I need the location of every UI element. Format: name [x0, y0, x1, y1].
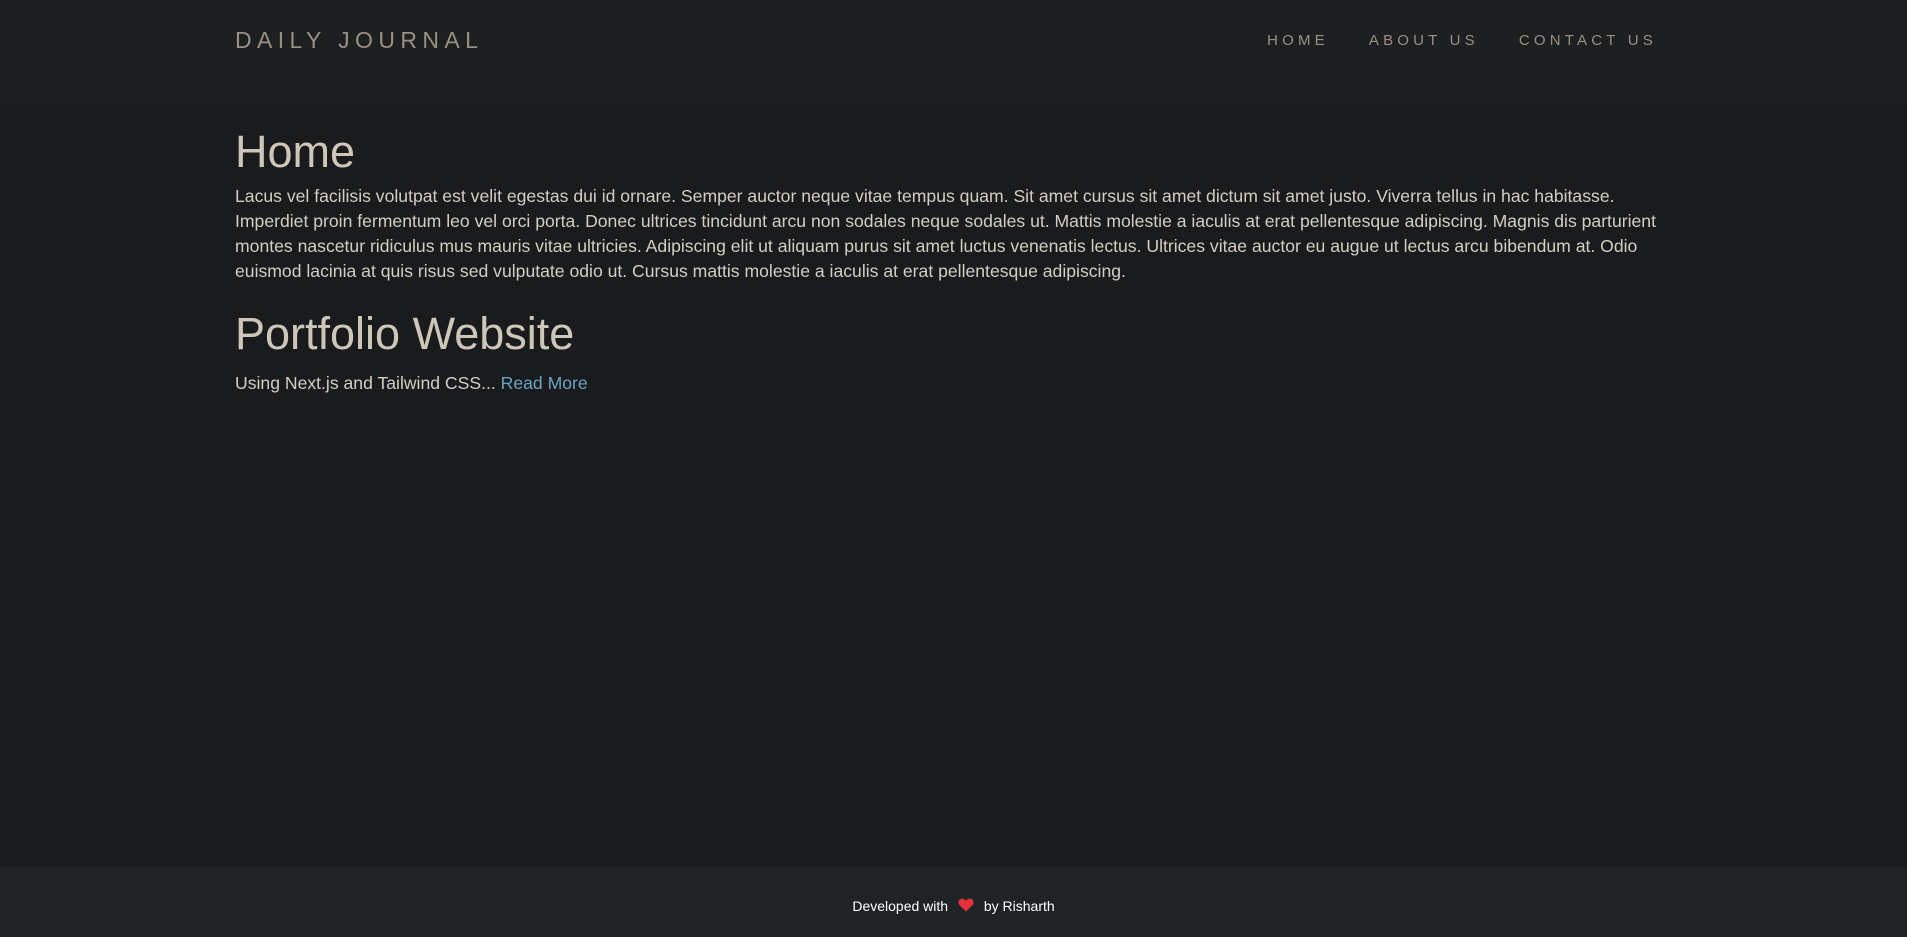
post-excerpt: Using Next.js and Tailwind CSS... Read M…: [235, 371, 1675, 395]
nav-menu: HOME ABOUT US CONTACT US: [1227, 32, 1657, 50]
nav-link-about-us[interactable]: ABOUT US: [1369, 32, 1479, 49]
nav-link-home[interactable]: HOME: [1267, 32, 1329, 49]
footer-suffix-text: by Risharth: [983, 898, 1055, 914]
page-title: Home: [235, 126, 356, 177]
nav-item-about: ABOUT US: [1369, 32, 1479, 50]
navbar: DAILY JOURNAL HOME ABOUT US CONTACT US: [0, 0, 1907, 104]
nav-item-contact: CONTACT US: [1519, 32, 1657, 50]
post-title: Portfolio Website: [235, 308, 575, 359]
footer-prefix-text: Developed with: [852, 898, 949, 914]
nav-item-home: HOME: [1267, 32, 1329, 50]
heart-icon: [958, 898, 974, 915]
post-item: Portfolio Website Using Next.js and Tail…: [235, 308, 1675, 395]
post-excerpt-text: Using Next.js and Tailwind CSS...: [235, 373, 496, 393]
brand-logo-link[interactable]: DAILY JOURNAL: [235, 27, 483, 54]
main-content: Home Lacus vel facilisis volutpat est ve…: [235, 126, 1675, 395]
nav-link-contact-us[interactable]: CONTACT US: [1519, 32, 1657, 49]
read-more-link[interactable]: Read More: [501, 373, 588, 393]
footer: Developed with by Risharth: [0, 866, 1907, 937]
home-intro-text: Lacus vel facilisis volutpat est velit e…: [235, 186, 1656, 281]
